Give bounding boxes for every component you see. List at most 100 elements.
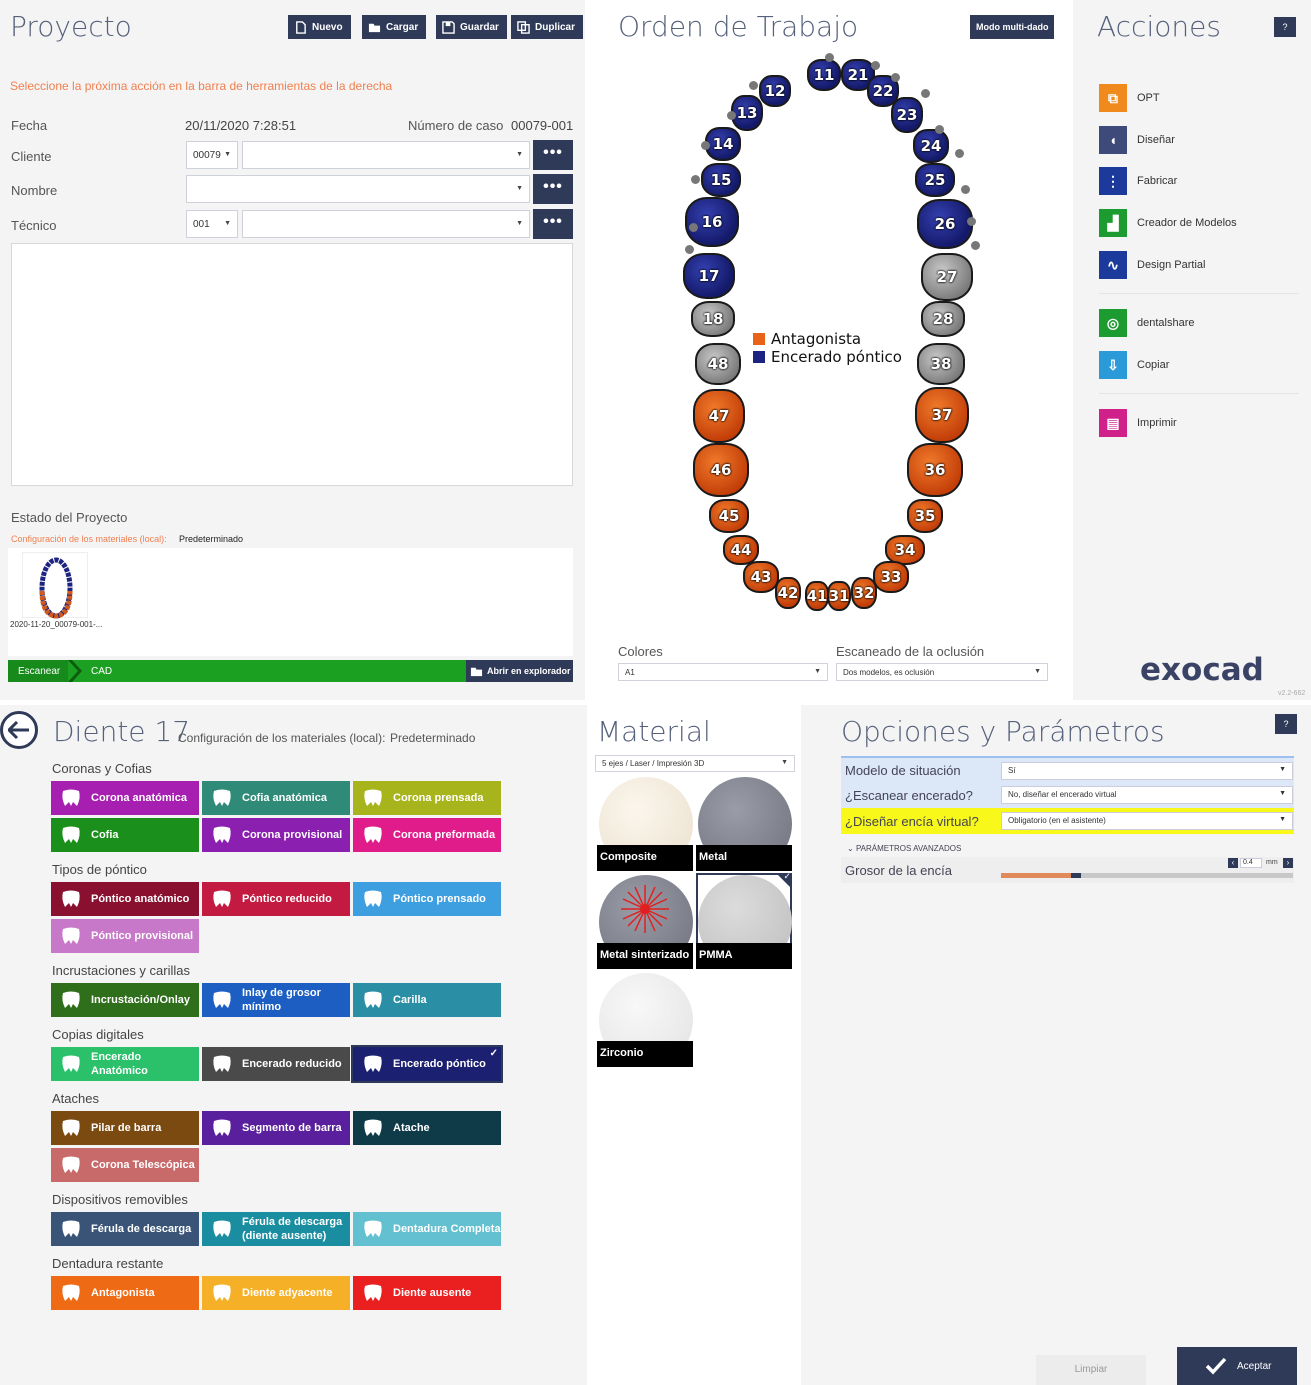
increase-button[interactable]: › xyxy=(1283,858,1293,868)
tooth-26[interactable]: 26 xyxy=(917,199,973,249)
tooth-12[interactable]: 12 xyxy=(759,75,791,107)
client-browse-button[interactable]: ••• xyxy=(533,140,573,170)
option-select[interactable]: Obligatorio (en el asistente) ▼ xyxy=(1001,812,1293,830)
material-pmma[interactable]: ✓ PMMA xyxy=(696,873,792,969)
option-select[interactable]: No, diseñar el encerado virtual ▼ xyxy=(1001,786,1293,804)
action-design-partial[interactable]: ∿ Design Partial xyxy=(1099,251,1205,279)
gum-thickness-input[interactable]: 0.4 xyxy=(1240,858,1262,868)
technician-select[interactable]: ▼ xyxy=(242,210,530,238)
restoration-tile[interactable]: Atache xyxy=(353,1111,501,1145)
restoration-tile[interactable]: Póntico anatómico xyxy=(51,882,199,916)
tooth-48[interactable]: 48 xyxy=(695,343,741,385)
multi-die-button[interactable]: Modo multi-dado xyxy=(970,15,1055,39)
name-browse-button[interactable]: ••• xyxy=(533,174,573,204)
restoration-tile[interactable]: Póntico provisional xyxy=(51,919,199,953)
restoration-tile[interactable]: Segmento de barra xyxy=(202,1111,350,1145)
option-select[interactable]: Sí ▼ xyxy=(1001,762,1293,780)
client-code-select[interactable]: 00079 ▼ xyxy=(186,141,238,169)
restoration-tile[interactable]: Férula de descarga (diente ausente) xyxy=(202,1212,350,1246)
restoration-tile[interactable]: Póntico reducido xyxy=(202,882,350,916)
restoration-tile[interactable]: Pilar de barra xyxy=(51,1111,199,1145)
tooth-16[interactable]: 16 xyxy=(685,197,739,247)
new-button[interactable]: Nuevo xyxy=(288,15,351,39)
technician-code-select[interactable]: 001 ▼ xyxy=(186,210,238,238)
restoration-tile[interactable]: Corona provisional xyxy=(202,818,350,852)
material-metal[interactable]: Metal xyxy=(696,775,792,871)
machine-select[interactable]: 5 ejes / Laser / Impresión 3D ▼ xyxy=(595,755,795,772)
tooth-11[interactable]: 11 xyxy=(807,59,841,91)
material-composite[interactable]: Composite xyxy=(597,775,693,871)
load-button[interactable]: Cargar xyxy=(362,15,427,39)
restoration-tile[interactable]: Diente adyacente xyxy=(202,1276,350,1310)
restoration-tile[interactable]: Incrustación/Onlay xyxy=(51,983,199,1017)
action-dentalshare[interactable]: ◎ dentalshare xyxy=(1099,309,1195,337)
accept-button[interactable]: Aceptar xyxy=(1177,1347,1297,1385)
duplicate-button[interactable]: Duplicar xyxy=(511,15,584,39)
restoration-tile[interactable]: Corona preformada xyxy=(353,818,501,852)
colors-select[interactable]: A1 ▼ xyxy=(618,663,828,681)
restoration-tile[interactable]: Encerado póntico ✓ xyxy=(351,1045,503,1083)
material-zirconia[interactable]: Zirconio xyxy=(597,971,693,1067)
restoration-tile[interactable]: Cofia anatómica xyxy=(202,781,350,815)
restoration-tile[interactable]: Carilla xyxy=(353,983,501,1017)
tooth-41[interactable]: 41 xyxy=(805,581,829,611)
technician-browse-button[interactable]: ••• xyxy=(533,209,573,239)
tooth-37[interactable]: 37 xyxy=(915,387,969,443)
tooth-35[interactable]: 35 xyxy=(907,499,943,533)
action-design[interactable]: ◖ Diseñar xyxy=(1099,126,1175,154)
restoration-tile[interactable]: Dentadura Completa xyxy=(353,1212,501,1246)
tooth-17[interactable]: 17 xyxy=(683,253,735,299)
restoration-tile[interactable]: Cofia xyxy=(51,818,199,852)
material-sintered-metal[interactable]: Metal sinterizado xyxy=(597,873,693,969)
tooth-45[interactable]: 45 xyxy=(709,499,749,533)
workflow-cad-label[interactable]: CAD xyxy=(91,666,112,677)
tooth-43[interactable]: 43 xyxy=(743,561,779,593)
tooth-28[interactable]: 28 xyxy=(921,301,965,337)
tooth-42[interactable]: 42 xyxy=(775,577,801,609)
tooth-25[interactable]: 25 xyxy=(915,163,955,197)
decrease-button[interactable]: ‹ xyxy=(1228,858,1238,868)
tooth-27[interactable]: 27 xyxy=(921,253,973,301)
action-copy[interactable]: ⇩ Copiar xyxy=(1099,351,1169,379)
restoration-tile[interactable]: Inlay de grosor mínimo xyxy=(202,983,350,1017)
tooth-46[interactable]: 46 xyxy=(693,443,749,497)
restoration-tile[interactable]: Encerado Anatómico xyxy=(51,1047,199,1081)
gum-thickness-slider[interactable] xyxy=(1001,873,1293,878)
save-button[interactable]: Guardar xyxy=(436,15,507,39)
tooth-14[interactable]: 14 xyxy=(705,127,741,161)
scan-thumbnail[interactable] xyxy=(22,552,88,619)
restoration-tile[interactable]: Férula de descarga xyxy=(51,1212,199,1246)
restoration-tile[interactable]: Diente ausente xyxy=(353,1276,501,1310)
help-button[interactable]: ? xyxy=(1275,714,1297,734)
tooth-13[interactable]: 13 xyxy=(731,95,763,131)
tooth-23[interactable]: 23 xyxy=(891,97,923,133)
restoration-tile[interactable]: Póntico prensado xyxy=(353,882,501,916)
restoration-tile[interactable]: Corona prensada xyxy=(353,781,501,815)
restoration-tile[interactable]: Corona anatómica xyxy=(51,781,199,815)
restoration-tile[interactable]: Antagonista xyxy=(51,1276,199,1310)
tooth-18[interactable]: 18 xyxy=(691,301,735,337)
occlusion-select[interactable]: Dos modelos, es oclusión ▼ xyxy=(836,663,1048,681)
tooth-38[interactable]: 38 xyxy=(917,343,965,385)
help-button[interactable]: ? xyxy=(1274,17,1296,37)
slider-handle[interactable] xyxy=(1071,873,1081,878)
action-model-creator[interactable]: ▟ Creador de Modelos xyxy=(1099,209,1237,237)
tooth-36[interactable]: 36 xyxy=(907,443,963,497)
open-explorer-button[interactable]: Abrir en explorador xyxy=(466,660,573,682)
clear-button[interactable]: Limpiar xyxy=(1036,1355,1146,1385)
tooth-32[interactable]: 32 xyxy=(851,577,877,609)
restoration-tile[interactable]: Encerado reducido xyxy=(202,1047,350,1081)
action-print[interactable]: ▤ Imprimir xyxy=(1099,409,1177,437)
restoration-tile[interactable]: Corona Telescópica xyxy=(51,1148,199,1182)
action-opt[interactable]: ⧉ OPT xyxy=(1099,84,1160,112)
tooth-24[interactable]: 24 xyxy=(913,129,949,163)
tooth-33[interactable]: 33 xyxy=(873,561,909,593)
tooth-47[interactable]: 47 xyxy=(693,389,745,443)
name-select[interactable]: ▼ xyxy=(186,175,530,203)
notes-textarea[interactable] xyxy=(11,243,573,486)
action-fabricate[interactable]: ⋮ Fabricar xyxy=(1099,167,1177,195)
advanced-params-toggle[interactable]: ⌄ PARÁMETROS AVANZADOS xyxy=(847,844,961,853)
tooth-31[interactable]: 31 xyxy=(827,581,851,611)
client-select[interactable]: ▼ xyxy=(242,141,530,169)
tooth-15[interactable]: 15 xyxy=(701,163,741,197)
